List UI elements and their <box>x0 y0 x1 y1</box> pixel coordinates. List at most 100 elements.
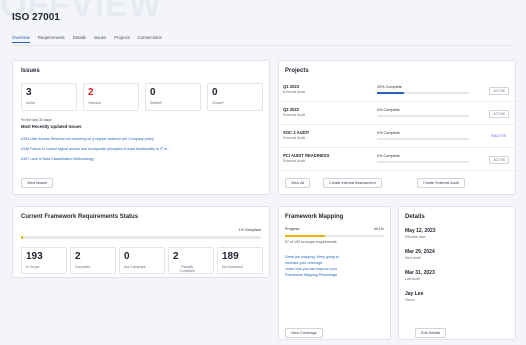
view-all-button[interactable]: View All <box>285 178 311 188</box>
project-progress-bar <box>377 92 469 94</box>
projects-title: Projects <box>285 68 309 74</box>
issues-card: Issues 3 Active 2 Overdue 0 Started* 0 C… <box>12 60 270 195</box>
stat-value: 0 <box>150 87 156 98</box>
project-progress-bar <box>377 161 469 163</box>
view-issues-button[interactable]: View Issues <box>21 178 54 188</box>
detail-value: Mar 31, 2023 <box>405 270 435 276</box>
stat-value: 0 <box>124 251 130 262</box>
project-row[interactable]: SOC 2 AUDIT External Audit 0% Complete I… <box>279 127 515 148</box>
project-name: PCI AUDIT READINESS <box>283 153 330 158</box>
issues-stat-active[interactable]: 3 Active <box>21 83 77 111</box>
compliant-percent: 1% Compliant <box>238 228 261 232</box>
stat-value: 2 <box>88 87 94 98</box>
project-percent: 0% Complete <box>377 131 400 135</box>
project-row[interactable]: PCI AUDIT READINESS External Audit 0% Co… <box>279 150 515 171</box>
stat-label: Started* <box>150 101 163 105</box>
stat-label: Closed* <box>212 101 224 105</box>
project-type: External Audit <box>283 159 306 163</box>
project-percent: 0% Complete <box>377 108 400 112</box>
compliance-bar <box>21 236 261 239</box>
create-external-audit-button[interactable]: Create External Audit <box>417 178 465 188</box>
issue-link[interactable]: #348 Failure to control logical access a… <box>21 147 170 151</box>
edit-details-button[interactable]: Edit Details <box>415 328 447 338</box>
project-name: SOC 2 AUDIT <box>283 130 310 135</box>
tab-connections[interactable]: Connections <box>138 35 162 43</box>
details-title: Details <box>405 214 425 220</box>
mapping-message: increase your coverage. <box>285 261 324 265</box>
mapping-learn-link[interactable]: Framework Mapping Percentage <box>285 273 337 277</box>
project-name: Q1 2023 <box>283 84 300 89</box>
issues-stat-overdue[interactable]: 2 Overdue <box>83 83 139 111</box>
tab-overview[interactable]: Overview <box>12 35 30 43</box>
stat-label: Overdue <box>88 101 102 105</box>
issues-footnote: *In the last 30 days <box>21 118 52 122</box>
req-stat-not-assessed[interactable]: 189 Not Assessed <box>217 247 263 274</box>
mapping-message: Great job mapping. Keep going to <box>285 255 339 259</box>
progress-subtext: 97 of 193 in-scope requirements <box>285 240 337 244</box>
detail-label: Owner <box>405 298 415 302</box>
status-badge: INACTIVE <box>491 134 506 138</box>
detail-value: May 12, 2023 <box>405 228 436 234</box>
tab-issues[interactable]: Issues <box>94 35 106 43</box>
framework-mapping-title: Framework Mapping <box>285 214 344 220</box>
mapping-progress-fill <box>285 235 325 237</box>
issues-title: Issues <box>21 68 40 74</box>
status-badge: ACTIVE <box>489 156 509 164</box>
issues-stat-closed[interactable]: 0 Closed* <box>207 83 263 111</box>
framework-status-title: Current Framework Requirements Status <box>21 214 139 220</box>
projects-card: Projects Q1 2023 External Audit 29% Comp… <box>278 60 516 195</box>
framework-mapping-card: Framework Mapping Progress 40.1% 97 of 1… <box>278 206 391 340</box>
stat-value: 2 <box>173 251 179 262</box>
req-stat-not-compliant[interactable]: 0 Not Compliant <box>119 247 165 274</box>
stat-label: Active <box>26 101 36 105</box>
project-type: External Audit <box>283 136 306 140</box>
tab-requirements[interactable]: Requirements <box>38 35 65 43</box>
status-badge: ACTIVE <box>489 110 509 118</box>
issue-link[interactable]: #357 Lack of Data Classification Methodo… <box>21 157 94 161</box>
tab-details[interactable]: Details <box>73 35 86 43</box>
stat-label: Compliant <box>75 265 91 269</box>
stat-label: Partially Compliant <box>179 265 195 273</box>
project-type: External Audit <box>283 90 306 94</box>
view-coverage-button[interactable]: View Coverage <box>285 328 323 338</box>
tabs-divider <box>12 45 514 46</box>
create-internal-assessment-button[interactable]: Create Internal Assessment <box>323 178 382 188</box>
stat-value: 189 <box>222 251 239 262</box>
project-name: Q2 2022 <box>283 107 300 112</box>
detail-label: Next Audit <box>405 256 421 260</box>
detail-value: Mar 29, 2024 <box>405 249 435 255</box>
issues-stat-started[interactable]: 0 Started* <box>145 83 201 111</box>
stat-label: Not Assessed <box>222 265 243 269</box>
mapping-learn-link[interactable]: Learn how you can improve your <box>285 267 337 271</box>
status-badge: ACTIVE <box>489 87 509 95</box>
stat-value: 0 <box>212 87 218 98</box>
progress-percent: 40.1% <box>373 227 384 231</box>
stat-value: 193 <box>26 251 43 262</box>
req-stat-compliant[interactable]: 2 Compliant <box>70 247 116 274</box>
progress-label: Progress <box>285 227 300 231</box>
stat-label: Not Compliant <box>124 265 146 269</box>
tab-bar: Overview Requirements Details Issues Pro… <box>12 35 162 43</box>
stat-label: In Scope <box>26 265 40 269</box>
framework-status-card: Current Framework Requirements Status 1%… <box>12 206 270 278</box>
compliance-bar-fill <box>21 236 24 239</box>
req-stat-partially-compliant[interactable]: 2 Partially Compliant <box>168 247 214 274</box>
req-stat-in-scope[interactable]: 193 In Scope <box>21 247 67 274</box>
issue-link[interactable]: #393 User Access Reviews not occurring o… <box>21 137 154 141</box>
project-row[interactable]: Q1 2023 External Audit 29% Complete ACTI… <box>279 81 515 102</box>
project-type: External Audit <box>283 113 306 117</box>
details-card: Details May 12, 2023 Effective date Mar … <box>398 206 516 340</box>
stat-value: 2 <box>75 251 81 262</box>
project-row[interactable]: Q2 2022 External Audit 0% Complete ACTIV… <box>279 104 515 125</box>
tab-projects[interactable]: Projects <box>114 35 130 43</box>
recent-issues-heading: Most Recently Updated Issues <box>21 124 82 129</box>
detail-label: Last Audit <box>405 277 420 281</box>
owner-name: Jay Lee <box>405 291 424 297</box>
mapping-progress-bar <box>285 235 384 237</box>
page-title: ISO 27001 <box>12 12 60 23</box>
stat-value: 3 <box>26 87 32 98</box>
project-progress-fill <box>377 92 404 94</box>
detail-label: Effective date <box>405 235 426 239</box>
project-progress-bar <box>377 115 469 117</box>
project-progress-bar <box>377 138 469 140</box>
